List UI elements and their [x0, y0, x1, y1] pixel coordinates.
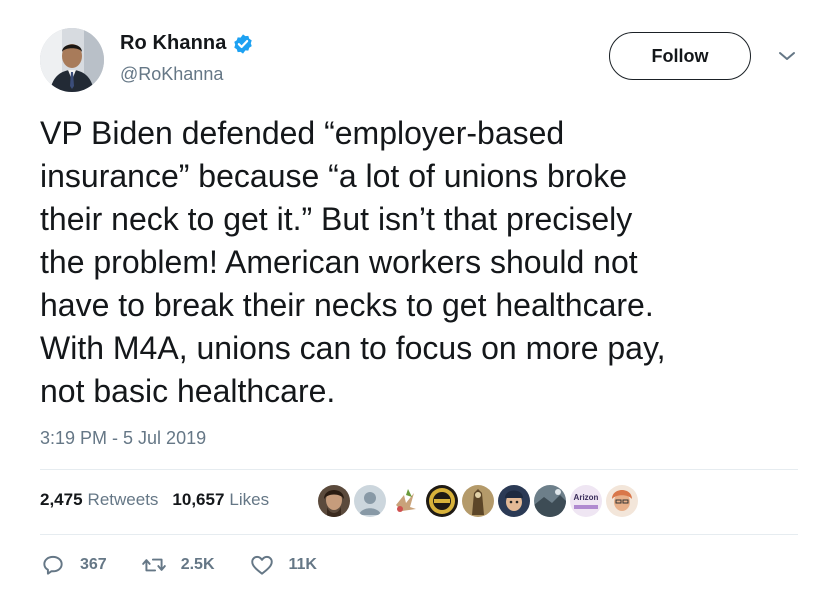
like-button[interactable]: 11K — [249, 552, 317, 578]
engagement-stats: 2,475 Retweets 10,657 Likes — [40, 490, 283, 510]
retweet-count: 2.5K — [180, 556, 215, 573]
reply-icon — [43, 555, 63, 575]
reply-count: 367 — [80, 556, 107, 573]
tweet-text-line: the problem! American workers should not — [40, 244, 638, 280]
retweets-label: Retweets — [87, 490, 159, 509]
like-count: 11K — [288, 556, 317, 573]
author-avatar[interactable] — [40, 28, 104, 92]
divider — [40, 469, 798, 470]
liker-avatar[interactable] — [462, 485, 494, 517]
author-avatar-image — [40, 28, 104, 92]
retweets-count: 2,475 — [40, 490, 83, 509]
likes-stat[interactable]: 10,657 Likes — [172, 490, 269, 510]
retweet-button[interactable]: 2.5K — [141, 552, 215, 578]
liker-avatar[interactable]: Arizon — [570, 485, 602, 517]
author-display-name[interactable]: Ro Khanna — [120, 32, 226, 55]
divider — [40, 534, 798, 535]
author-handle[interactable]: @RoKhanna — [120, 64, 223, 85]
liker-avatar[interactable] — [390, 485, 422, 517]
liker-avatar-label: Arizon — [574, 493, 599, 502]
tweet-text-line: have to break their necks to get healthc… — [40, 287, 654, 323]
tweet-text-line: not basic healthcare. — [40, 373, 336, 409]
liker-avatar[interactable] — [318, 485, 350, 517]
retweet-icon — [141, 558, 166, 572]
tweet-card: Ro Khanna @RoKhanna Follow VP Biden defe… — [0, 0, 838, 611]
tweet-text-line: insurance” because “a lot of unions brok… — [40, 158, 628, 194]
liker-avatar[interactable] — [606, 485, 638, 517]
liker-avatar[interactable] — [426, 485, 458, 517]
liker-avatars: Arizon — [318, 485, 642, 517]
tweet-text-line: VP Biden defended “employer-based — [40, 115, 565, 151]
tweet-text: VP Biden defended “employer-based insura… — [40, 112, 800, 413]
heart-icon — [250, 555, 273, 575]
author-name-row: Ro Khanna — [120, 32, 254, 55]
likes-count: 10,657 — [172, 490, 225, 509]
reply-button[interactable]: 367 — [40, 552, 107, 578]
follow-button[interactable]: Follow — [609, 32, 751, 80]
tweet-actions: 367 2.5K 11K — [40, 552, 351, 578]
retweets-stat[interactable]: 2,475 Retweets — [40, 490, 158, 510]
likes-label: Likes — [229, 490, 270, 509]
tweet-text-line: their neck to get it.” But isn’t that pr… — [40, 201, 633, 237]
liker-avatar[interactable] — [498, 485, 530, 517]
chevron-down-icon[interactable] — [776, 48, 798, 64]
liker-avatar[interactable] — [534, 485, 566, 517]
liker-avatar[interactable] — [354, 485, 386, 517]
verified-badge-icon — [232, 33, 254, 55]
tweet-text-line: With M4A, unions can to focus on more pa… — [40, 330, 666, 366]
tweet-timestamp[interactable]: 3:19 PM - 5 Jul 2019 — [40, 428, 206, 449]
